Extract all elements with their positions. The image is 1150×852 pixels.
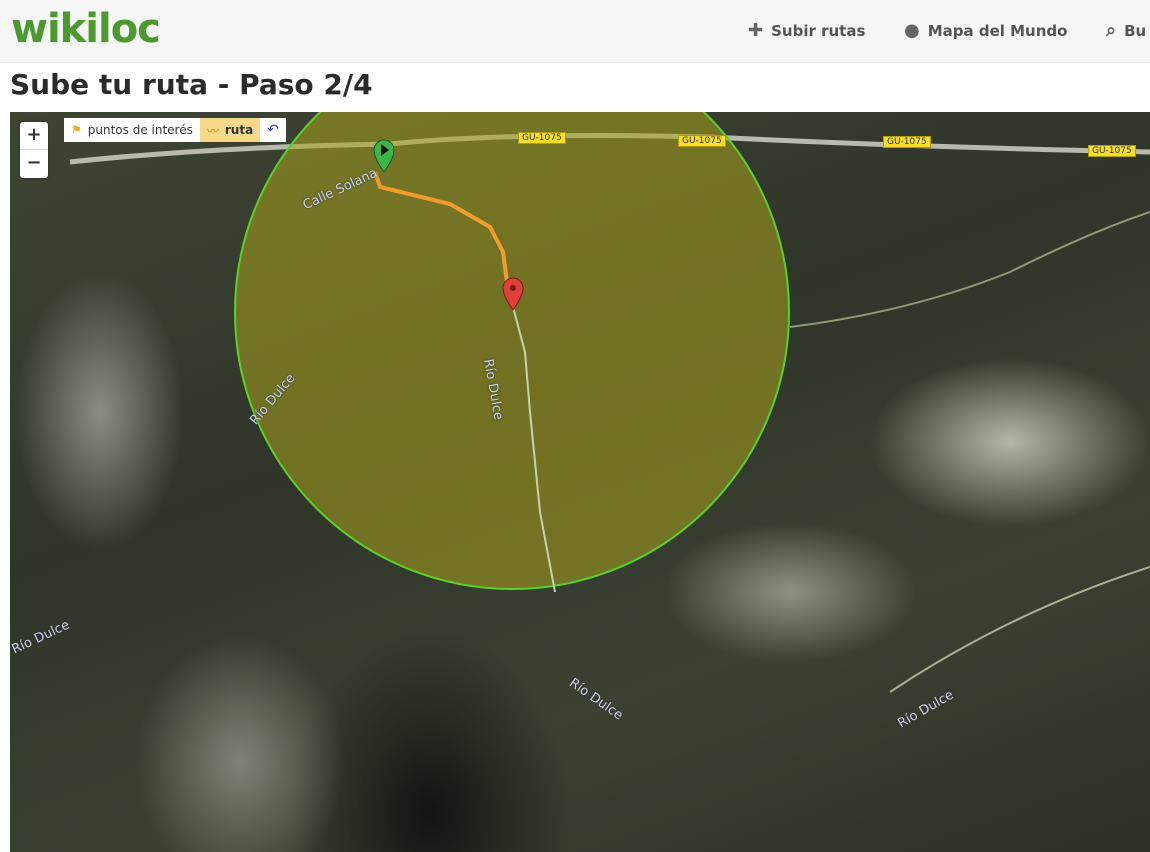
nav-upload-routes[interactable]: ✚ Subir rutas bbox=[748, 20, 865, 41]
plus-icon: ✚ bbox=[748, 20, 764, 41]
zoom-in-button[interactable]: + bbox=[20, 122, 48, 150]
area-circle bbox=[234, 112, 790, 590]
nav-label: Subir rutas bbox=[771, 21, 866, 40]
track bbox=[889, 566, 1150, 693]
poi-label: puntos de interés bbox=[87, 123, 193, 137]
search-icon: ⌕ bbox=[1106, 20, 1117, 41]
route-label: ruta bbox=[224, 123, 254, 137]
poi-tool-button[interactable]: ⚑ puntos de interés bbox=[64, 118, 200, 142]
globe-icon: ● bbox=[904, 20, 920, 41]
page-title: Sube tu ruta - Paso 2/4 bbox=[10, 68, 373, 101]
route-icon: 〰 bbox=[206, 123, 219, 138]
undo-icon: ↶ bbox=[267, 122, 279, 138]
road-label: GU-1075 bbox=[518, 132, 566, 144]
edit-toolbar: ⚑ puntos de interés 〰 ruta ↶ bbox=[64, 118, 286, 142]
map-overlay bbox=[69, 112, 1150, 693]
road-label: GU-1075 bbox=[883, 136, 931, 148]
track bbox=[789, 211, 1150, 328]
zoom-control: + − bbox=[20, 122, 48, 178]
road-label: GU-1075 bbox=[678, 135, 726, 147]
undo-button[interactable]: ↶ bbox=[260, 118, 286, 142]
route-tool-button[interactable]: 〰 ruta bbox=[199, 118, 261, 142]
zoom-out-button[interactable]: − bbox=[20, 150, 48, 178]
flag-icon: ⚑ bbox=[71, 123, 82, 137]
road-label: GU-1075 bbox=[1088, 145, 1136, 157]
nav-label: Bu bbox=[1124, 21, 1147, 40]
nav-label: Mapa del Mundo bbox=[927, 21, 1068, 40]
wikiloc-logo[interactable]: wikiloc bbox=[11, 6, 161, 52]
nav-world-map[interactable]: ● Mapa del Mundo bbox=[904, 20, 1067, 41]
top-header: wikiloc ✚ Subir rutas ● Mapa del Mundo ⌕ Bu bbox=[0, 0, 1150, 63]
nav-search[interactable]: ⌕ Bu bbox=[1106, 20, 1146, 41]
map-view[interactable]: Calle Solana Río Dulce Río Dulce Río Dul… bbox=[10, 112, 1150, 852]
